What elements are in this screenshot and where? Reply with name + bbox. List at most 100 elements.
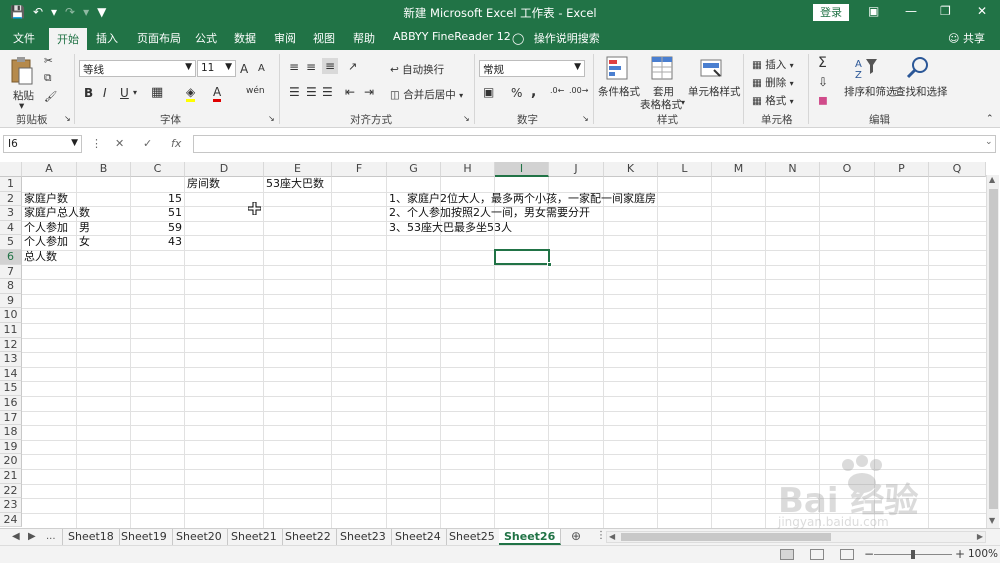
cell-c4[interactable]: 59: [131, 221, 182, 235]
horizontal-scroll-thumb[interactable]: [621, 533, 831, 541]
fill-handle[interactable]: [547, 262, 552, 268]
column-header-e[interactable]: E: [264, 162, 332, 177]
column-header-k[interactable]: K: [604, 162, 658, 177]
sheet-tab-sheet23[interactable]: Sheet23: [335, 529, 392, 545]
vertical-scrollbar[interactable]: ▲ ▼: [986, 175, 999, 528]
cell-a6[interactable]: 总人数: [24, 250, 57, 264]
tab-insert[interactable]: 插入: [96, 30, 118, 46]
row-header[interactable]: 2: [0, 191, 22, 207]
format-cells-button[interactable]: ▦ 格式 ▾: [752, 93, 794, 108]
next-sheet-icon[interactable]: ▶: [28, 531, 36, 542]
percent-button[interactable]: %: [511, 86, 522, 100]
scroll-up-icon[interactable]: ▲: [989, 175, 995, 184]
chevron-down-icon[interactable]: ▾: [681, 98, 685, 107]
row-header[interactable]: 5: [0, 235, 22, 250]
column-header-a[interactable]: A: [22, 162, 77, 177]
find-select-icon[interactable]: [906, 56, 930, 80]
currency-icon[interactable]: ▣: [483, 85, 494, 99]
format-painter-icon[interactable]: 🖌: [44, 90, 57, 103]
enter-icon[interactable]: ✓: [143, 137, 152, 150]
align-left-icon[interactable]: ☰: [289, 85, 300, 99]
sheet-tab-sheet25[interactable]: Sheet25: [444, 529, 501, 545]
align-bottom-icon[interactable]: ≡: [322, 58, 339, 74]
conditional-format-icon[interactable]: [606, 56, 628, 80]
cell-g3[interactable]: 2、个人参加按照2人一间，男女需要分开: [389, 206, 590, 220]
cell-g4[interactable]: 3、53座大巴最多坐53人: [389, 221, 512, 235]
bold-button[interactable]: B: [84, 86, 93, 100]
cell-e1[interactable]: 53座大巴数: [266, 177, 324, 191]
active-cell-selection[interactable]: [494, 248, 552, 268]
paste-dropdown-icon[interactable]: ▾: [19, 100, 24, 112]
shrink-font-button[interactable]: A: [258, 63, 265, 74]
column-header-f[interactable]: F: [332, 162, 387, 177]
name-box[interactable]: I6 ▼: [3, 135, 82, 153]
normal-view-icon[interactable]: [780, 549, 794, 560]
wrap-text-button[interactable]: ↩ 自动换行: [390, 62, 444, 77]
comma-button[interactable]: ,: [531, 84, 536, 100]
column-header-n[interactable]: N: [766, 162, 820, 177]
row-header[interactable]: 17: [0, 410, 22, 426]
align-top-icon[interactable]: ≡: [289, 60, 299, 74]
row-header[interactable]: 20: [0, 454, 22, 469]
font-launcher-icon[interactable]: ↘: [268, 114, 275, 123]
tell-me-search[interactable]: ◯ 操作说明搜索: [512, 30, 600, 46]
sheet-tab-sheet22[interactable]: Sheet22: [280, 529, 337, 545]
font-size-combo[interactable]: 11 ▼: [197, 60, 236, 77]
cell-a5[interactable]: 个人参加: [24, 235, 68, 249]
zoom-slider-knob[interactable]: [911, 550, 915, 559]
copy-icon[interactable]: ⧉: [44, 72, 52, 85]
cell-a2[interactable]: 家庭户数: [24, 192, 68, 206]
align-middle-icon[interactable]: ≡: [306, 60, 316, 74]
align-center-icon[interactable]: ☰: [306, 85, 317, 99]
font-name-combo[interactable]: 等线 ▼: [79, 60, 196, 77]
column-header-d[interactable]: D: [185, 162, 264, 177]
tab-view[interactable]: 视图: [313, 30, 335, 46]
column-header-m[interactable]: M: [712, 162, 766, 177]
table-format-label-2[interactable]: 表格格式: [640, 97, 682, 112]
alignment-launcher-icon[interactable]: ↘: [463, 114, 470, 123]
row-header[interactable]: 22: [0, 483, 22, 499]
tab-page-layout[interactable]: 页面布局: [137, 30, 181, 46]
number-format-combo[interactable]: 常规 ▼: [479, 60, 585, 77]
cell-b5[interactable]: 女: [79, 235, 90, 249]
row-header[interactable]: 4: [0, 220, 22, 236]
insert-cells-button[interactable]: ▦ 插入 ▾: [752, 57, 794, 72]
italic-button[interactable]: I: [103, 86, 107, 100]
scroll-left-icon[interactable]: ◀: [609, 532, 615, 541]
zoom-out-button[interactable]: −: [864, 547, 874, 561]
cell-c5[interactable]: 43: [131, 235, 182, 249]
column-header-h[interactable]: H: [441, 162, 495, 177]
fill-color-icon[interactable]: ◈: [186, 85, 196, 102]
cell-c2[interactable]: 15: [131, 192, 182, 206]
share-button[interactable]: ☺ 共享: [948, 30, 985, 46]
zoom-level[interactable]: 100%: [968, 548, 998, 560]
row-header[interactable]: 7: [0, 264, 22, 280]
row-header[interactable]: 16: [0, 396, 22, 411]
row-header[interactable]: 9: [0, 293, 22, 309]
prev-sheet-icon[interactable]: ◀: [12, 531, 20, 542]
column-header-g[interactable]: G: [387, 162, 441, 177]
formula-input[interactable]: [193, 135, 996, 153]
row-header[interactable]: 13: [0, 352, 22, 367]
border-icon[interactable]: ▦: [151, 85, 163, 100]
sheet-tab-sheet18[interactable]: Sheet18: [62, 529, 120, 545]
row-header[interactable]: 12: [0, 337, 22, 353]
row-header[interactable]: 3: [0, 206, 22, 221]
tab-data[interactable]: 数据: [234, 30, 256, 46]
row-header[interactable]: 24: [0, 512, 22, 528]
scroll-right-icon[interactable]: ▶: [977, 532, 983, 541]
delete-cells-button[interactable]: ▦ 删除 ▾: [752, 75, 794, 90]
decrease-indent-icon[interactable]: ⇤: [345, 85, 355, 99]
tab-help[interactable]: 帮助: [353, 30, 375, 46]
close-icon[interactable]: ✕: [977, 4, 987, 18]
page-break-view-icon[interactable]: [840, 549, 854, 560]
row-header[interactable]: 14: [0, 366, 22, 382]
orientation-icon[interactable]: ↗: [348, 60, 357, 73]
column-header-o[interactable]: O: [820, 162, 875, 177]
sheet-tab-sheet21[interactable]: Sheet21: [226, 529, 283, 545]
increase-decimal-icon[interactable]: .0←: [550, 86, 564, 95]
zoom-slider[interactable]: [874, 550, 952, 559]
insert-function-button[interactable]: fx: [171, 137, 181, 150]
collapse-ribbon-icon[interactable]: ⌃: [986, 114, 994, 124]
row-header[interactable]: 8: [0, 279, 22, 294]
